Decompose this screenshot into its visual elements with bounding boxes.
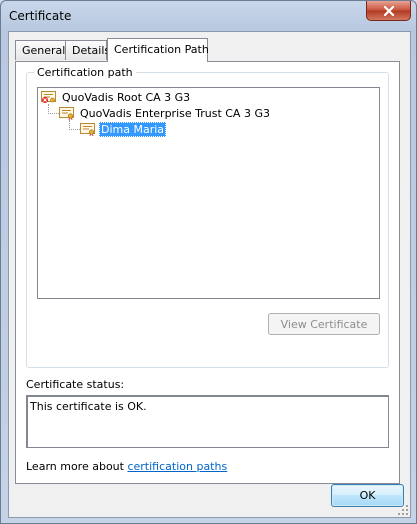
node-label-selected: Dima Maria	[99, 121, 167, 137]
close-icon	[383, 5, 394, 16]
button-label: View Certificate	[280, 317, 368, 331]
group-label: Certification path	[34, 66, 136, 79]
learn-more-text: Learn more about certification paths	[26, 460, 227, 473]
tree-connector	[69, 120, 80, 130]
tree-node-intermediate[interactable]: QuoVadis Enterprise Trust CA 3 G3	[59, 105, 272, 121]
tab-general[interactable]: General	[15, 40, 66, 60]
root-certificate-icon	[41, 91, 56, 103]
learn-more-prefix: Learn more about	[26, 460, 128, 473]
tab-label: General	[22, 44, 66, 57]
button-label: OK	[359, 489, 376, 502]
certification-path-panel: Certification path QuoVadis Root CA 3 G3…	[15, 61, 400, 484]
certification-paths-link[interactable]: certification paths	[127, 460, 227, 473]
certificate-status-label: Certificate status:	[26, 378, 125, 391]
node-label: QuoVadis Enterprise Trust CA 3 G3	[80, 106, 270, 120]
tree-connector	[48, 104, 59, 114]
certification-path-group: Certification path QuoVadis Root CA 3 G3…	[26, 66, 389, 368]
ok-button[interactable]: OK	[331, 484, 404, 507]
tab-certification-path[interactable]: Certification Path	[107, 38, 209, 62]
tree-node-leaf[interactable]: Dima Maria	[80, 121, 167, 137]
view-certificate-button[interactable]: View Certificate	[268, 313, 380, 335]
node-label: QuoVadis Root CA 3 G3	[62, 90, 191, 104]
certificate-icon	[59, 107, 74, 120]
certificate-tree[interactable]: QuoVadis Root CA 3 G3 QuoVadis Enterpris…	[37, 87, 380, 299]
tab-details[interactable]: Details	[65, 40, 111, 60]
close-button[interactable]	[366, 1, 411, 21]
title-bar[interactable]: Certificate	[1, 1, 416, 31]
resize-grip-icon[interactable]	[397, 504, 409, 516]
tree-node-root[interactable]: QuoVadis Root CA 3 G3	[41, 89, 192, 105]
dialog-client-area: General Details Certification Path Certi…	[8, 31, 411, 518]
tab-label: Certification Path	[114, 43, 209, 56]
certificate-status-text: This certificate is OK.	[30, 400, 147, 413]
certificate-status-box[interactable]: This certificate is OK.	[26, 395, 389, 448]
tab-label: Details	[72, 44, 111, 57]
certificate-icon	[80, 123, 95, 136]
window-title: Certificate	[9, 9, 72, 23]
certificate-window: Certificate General Details Certificatio…	[0, 0, 417, 524]
